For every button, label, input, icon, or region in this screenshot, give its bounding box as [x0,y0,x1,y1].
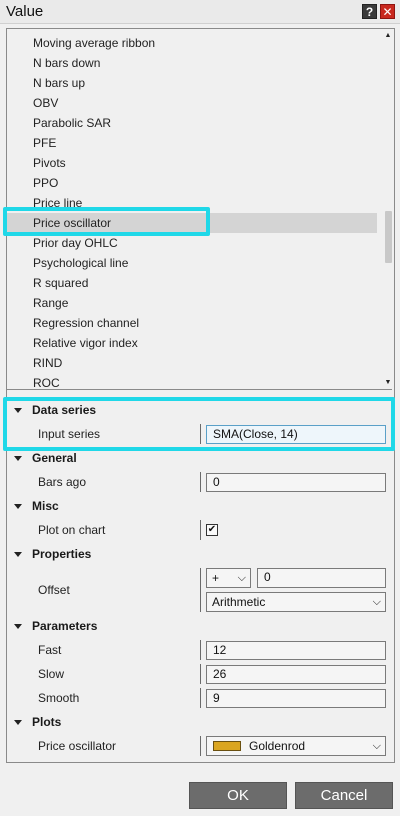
property-row-smooth: Smooth 9 [7,686,392,710]
scroll-down-icon[interactable]: ▼ [384,378,392,388]
input-series-label: Input series [38,427,101,441]
smooth-field[interactable]: 9 [206,689,386,708]
list-item[interactable]: Psychological line [7,253,377,273]
offset-sign-value: + [212,571,220,585]
property-row-bars-ago: Bars ago 0 [7,470,392,494]
plot-color-value: Goldenrod [249,739,306,753]
price-oscillator-plot-label: Price oscillator [38,739,117,753]
category-label: General [32,451,77,465]
offset-value-field[interactable]: 0 [257,568,386,588]
plot-on-chart-checkbox[interactable]: ✔ [206,524,218,536]
category-properties[interactable]: Properties [7,543,392,565]
chevron-down-icon: ⌵ [372,596,381,608]
ok-button[interactable]: OK [189,782,287,809]
cancel-button[interactable]: Cancel [295,782,393,809]
column-divider[interactable] [200,664,201,684]
list-item[interactable]: Parabolic SAR [7,113,377,133]
property-row-input-series: Input series SMA(Close, 14) [7,422,392,446]
list-item[interactable]: Price line [7,193,377,213]
list-item[interactable]: Range [7,293,377,313]
close-button[interactable]: ✕ [380,4,395,19]
property-row-offset: Offset + ⌵ 0 Arithmetic ⌵ [7,566,392,614]
chevron-down-icon: ⌵ [372,740,381,752]
offset-type-select[interactable]: Arithmetic ⌵ [206,592,386,612]
list-item[interactable]: RIND [7,353,377,373]
column-divider[interactable] [200,640,201,660]
list-item[interactable]: Relative vigor index [7,333,377,353]
list-item[interactable]: Regression channel [7,313,377,333]
list-item[interactable]: ROC [7,373,377,389]
property-row-fast: Fast 12 [7,638,392,662]
offset-sign-select[interactable]: + ⌵ [206,568,251,588]
offset-label: Offset [38,583,70,597]
column-divider[interactable] [200,424,201,444]
category-label: Data series [32,403,97,417]
list-scrollbar[interactable]: ▲ ▼ [384,29,392,389]
property-row-price-oscillator: Price oscillator Goldenrod ⌵ [7,734,392,758]
list-item[interactable]: OBV [7,93,377,113]
list-item[interactable]: PPO [7,173,377,193]
category-label: Misc [32,499,59,513]
bars-ago-field[interactable]: 0 [206,473,386,492]
category-misc[interactable]: Misc [7,495,392,517]
collapse-triangle-icon[interactable] [14,456,22,461]
list-item[interactable]: Prior day OHLC [7,233,377,253]
plot-on-chart-label: Plot on chart [38,523,106,537]
category-general[interactable]: General [7,447,392,469]
collapse-triangle-icon[interactable] [14,720,22,725]
list-item[interactable]: N bars down [7,53,377,73]
collapse-triangle-icon[interactable] [14,408,22,413]
category-label: Properties [32,547,92,561]
column-divider[interactable] [200,736,201,756]
slow-field[interactable]: 26 [206,665,386,684]
list-item[interactable]: Pivots [7,153,377,173]
list-item[interactable]: PFE [7,133,377,153]
indicator-list[interactable]: Moving average ribbon N bars down N bars u… [7,29,392,390]
window-title: Value [6,3,44,20]
list-item[interactable]: Price oscillator [7,213,377,233]
category-data-series[interactable]: Data series [7,399,392,421]
scroll-thumb[interactable] [385,211,392,263]
list-item[interactable]: N bars up [7,73,377,93]
category-parameters[interactable]: Parameters [7,615,392,637]
column-divider[interactable] [200,688,201,708]
column-divider[interactable] [200,472,201,492]
column-divider[interactable] [200,520,201,540]
bars-ago-label: Bars ago [38,475,87,489]
scroll-up-icon[interactable]: ▲ [384,31,392,41]
title-bar: Value ? ✕ [0,0,400,24]
column-divider[interactable] [200,568,201,612]
offset-type-value: Arithmetic [212,595,266,609]
category-label: Parameters [32,619,98,633]
color-swatch [213,741,241,751]
help-button[interactable]: ? [362,4,377,19]
plot-color-select[interactable]: Goldenrod ⌵ [206,736,386,756]
category-label: Plots [32,715,62,729]
list-item[interactable]: R squared [7,273,377,293]
collapse-triangle-icon[interactable] [14,552,22,557]
property-row-slow: Slow 26 [7,662,392,686]
fast-label: Fast [38,643,62,657]
category-plots[interactable]: Plots [7,711,392,733]
collapse-triangle-icon[interactable] [14,504,22,509]
fast-field[interactable]: 12 [206,641,386,660]
chevron-down-icon: ⌵ [237,572,246,584]
input-series-field[interactable]: SMA(Close, 14) [206,425,386,444]
smooth-label: Smooth [38,691,80,705]
list-item[interactable]: Moving average ribbon [7,33,377,53]
property-row-plot-on-chart: Plot on chart ✔ [7,518,392,542]
collapse-triangle-icon[interactable] [14,624,22,629]
slow-label: Slow [38,667,65,681]
